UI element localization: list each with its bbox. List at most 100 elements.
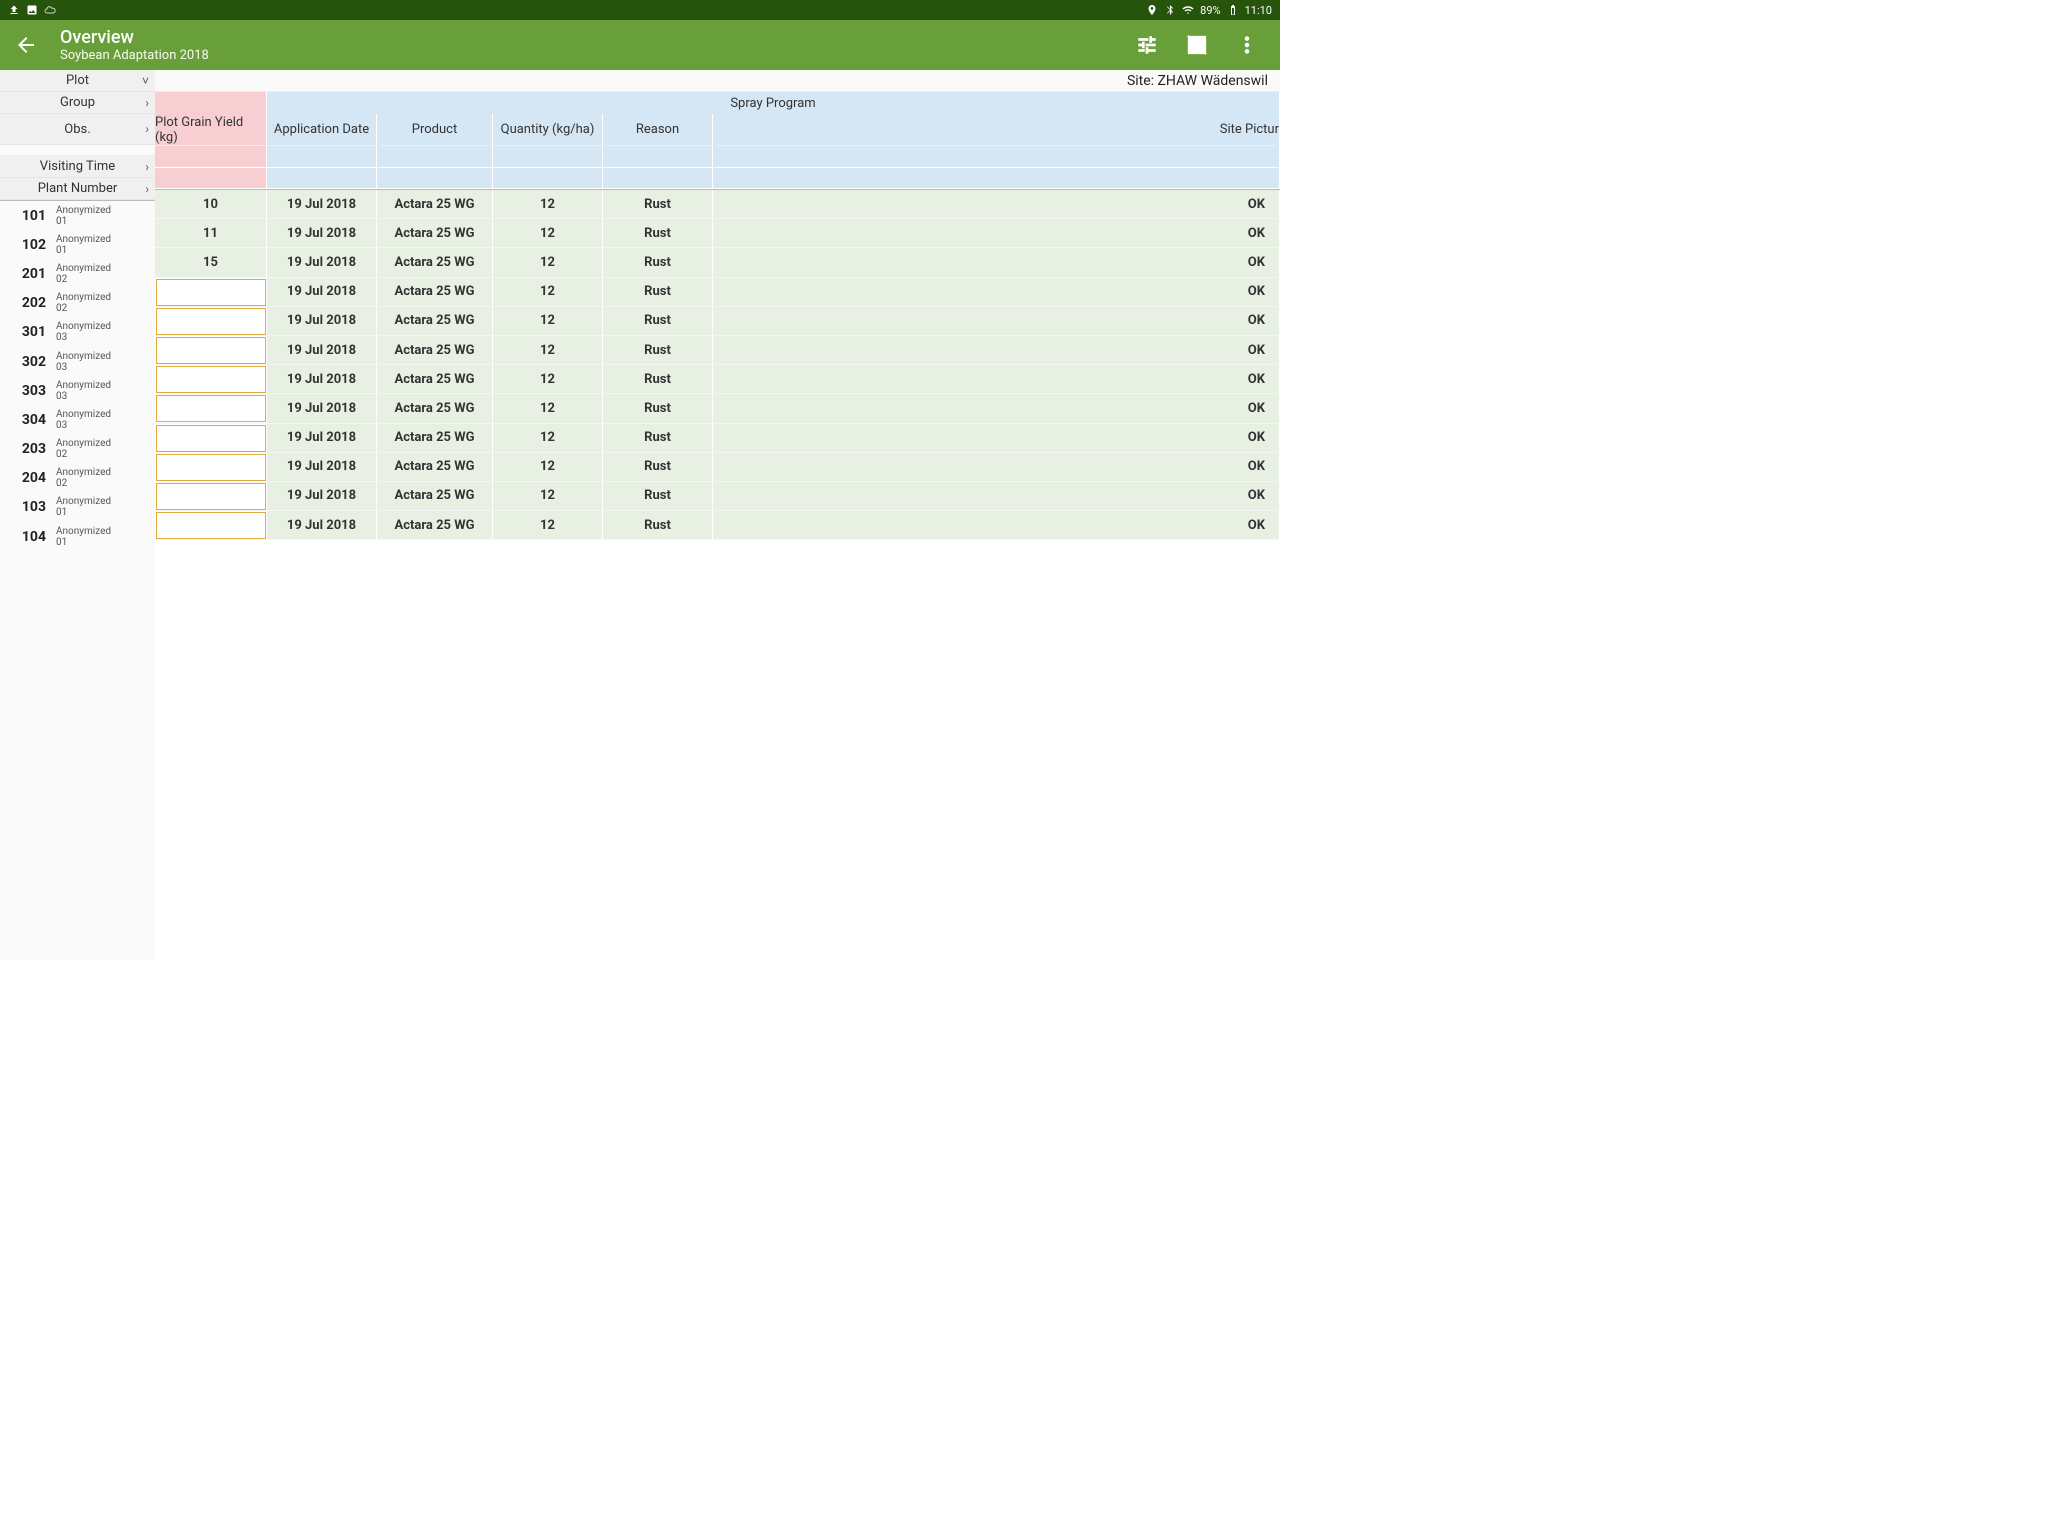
cell-product[interactable]: Actara 25 WG	[377, 365, 493, 393]
cell-product[interactable]: Actara 25 WG	[377, 307, 493, 335]
cell-sitepic[interactable]: OK	[713, 278, 1280, 306]
cell-date[interactable]: 19 Jul 2018	[267, 365, 377, 393]
cell-sitepic[interactable]: OK	[713, 424, 1280, 452]
cell-reason[interactable]: Rust	[603, 248, 713, 276]
cell-product[interactable]: Actara 25 WG	[377, 394, 493, 422]
cell-yield[interactable]	[156, 395, 266, 422]
cell-reason[interactable]: Rust	[603, 336, 713, 364]
more-icon[interactable]	[1236, 34, 1258, 56]
cell-sitepic[interactable]: OK	[713, 482, 1280, 510]
cell-sitepic[interactable]: OK	[713, 511, 1280, 539]
cell-sitepic[interactable]: OK	[713, 307, 1280, 335]
col-product[interactable]: Product	[377, 114, 493, 145]
cell-reason[interactable]: Rust	[603, 365, 713, 393]
col-sitepic[interactable]: Site Pictur	[713, 114, 1280, 145]
cell-date[interactable]: 19 Jul 2018	[267, 190, 377, 218]
cell-sitepic[interactable]: OK	[713, 394, 1280, 422]
cell-quantity[interactable]: 12	[493, 190, 603, 218]
cell-reason[interactable]: Rust	[603, 394, 713, 422]
cell-yield[interactable]: 15	[155, 248, 267, 276]
cell-product[interactable]: Actara 25 WG	[377, 248, 493, 276]
cell-product[interactable]: Actara 25 WG	[377, 219, 493, 247]
cell-reason[interactable]: Rust	[603, 453, 713, 481]
cell-reason[interactable]: Rust	[603, 424, 713, 452]
cell-quantity[interactable]: 12	[493, 394, 603, 422]
cell-product[interactable]: Actara 25 WG	[377, 336, 493, 364]
cell-quantity[interactable]: 12	[493, 219, 603, 247]
cell-date[interactable]: 19 Jul 2018	[267, 307, 377, 335]
cell-date[interactable]: 19 Jul 2018	[267, 336, 377, 364]
cell-quantity[interactable]: 12	[493, 511, 603, 539]
sidebar-item-plot[interactable]: Plot˅	[0, 70, 155, 92]
col-reason[interactable]: Reason	[603, 114, 713, 145]
row-label[interactable]: 201Anonymized02	[0, 259, 155, 288]
cell-sitepic[interactable]: OK	[713, 219, 1280, 247]
cell-quantity[interactable]: 12	[493, 453, 603, 481]
row-label[interactable]: 203Anonymized02	[0, 435, 155, 464]
cell-product[interactable]: Actara 25 WG	[377, 453, 493, 481]
row-label[interactable]: 202Anonymized02	[0, 289, 155, 318]
row-label[interactable]: 102Anonymized01	[0, 230, 155, 259]
cell-quantity[interactable]: 12	[493, 248, 603, 276]
grid-off-icon[interactable]	[1186, 34, 1208, 56]
cell-reason[interactable]: Rust	[603, 482, 713, 510]
cell-product[interactable]: Actara 25 WG	[377, 424, 493, 452]
cell-yield[interactable]	[156, 308, 266, 335]
cell-yield[interactable]	[156, 337, 266, 364]
cell-sitepic[interactable]: OK	[713, 453, 1280, 481]
cell-yield[interactable]	[156, 512, 266, 539]
cell-quantity[interactable]: 12	[493, 278, 603, 306]
sidebar-item-group[interactable]: Group›	[0, 92, 155, 114]
cell-yield[interactable]	[156, 425, 266, 452]
cell-quantity[interactable]: 12	[493, 424, 603, 452]
col-date[interactable]: Application Date	[267, 114, 377, 145]
row-label[interactable]: 303Anonymized03	[0, 376, 155, 405]
col-yield[interactable]: Plot Grain Yield (kg)	[155, 114, 267, 145]
cell-product[interactable]: Actara 25 WG	[377, 278, 493, 306]
cell-quantity[interactable]: 12	[493, 365, 603, 393]
cell-yield[interactable]: 10	[155, 190, 267, 218]
row-label[interactable]: 104Anonymized01	[0, 522, 155, 551]
cell-product[interactable]: Actara 25 WG	[377, 190, 493, 218]
cell-reason[interactable]: Rust	[603, 190, 713, 218]
row-label[interactable]: 103Anonymized01	[0, 493, 155, 522]
cell-yield[interactable]: 11	[155, 219, 267, 247]
cell-reason[interactable]: Rust	[603, 219, 713, 247]
cell-quantity[interactable]: 12	[493, 482, 603, 510]
cell-sitepic[interactable]: OK	[713, 190, 1280, 218]
sidebar-item-obs-[interactable]: Obs.›	[0, 114, 155, 145]
back-button[interactable]	[14, 33, 38, 57]
cell-sitepic[interactable]: OK	[713, 248, 1280, 276]
cell-date[interactable]: 19 Jul 2018	[267, 482, 377, 510]
cell-reason[interactable]: Rust	[603, 511, 713, 539]
data-grid[interactable]: Site: ZHAW Wädenswil Spray Program Plot …	[155, 70, 1280, 960]
row-label[interactable]: 204Anonymized02	[0, 464, 155, 493]
cell-date[interactable]: 19 Jul 2018	[267, 248, 377, 276]
filter-icon[interactable]	[1136, 34, 1158, 56]
sidebar-item-visiting-time[interactable]: Visiting Time›	[0, 156, 155, 178]
cell-product[interactable]: Actara 25 WG	[377, 482, 493, 510]
cell-sitepic[interactable]: OK	[713, 365, 1280, 393]
cell-quantity[interactable]: 12	[493, 336, 603, 364]
row-label[interactable]: 301Anonymized03	[0, 318, 155, 347]
cell-product[interactable]: Actara 25 WG	[377, 511, 493, 539]
col-quantity[interactable]: Quantity (kg/ha)	[493, 114, 603, 145]
cell-quantity[interactable]: 12	[493, 307, 603, 335]
cell-yield[interactable]	[156, 483, 266, 510]
cell-sitepic[interactable]: OK	[713, 336, 1280, 364]
cell-yield[interactable]	[156, 366, 266, 393]
cell-date[interactable]: 19 Jul 2018	[267, 453, 377, 481]
cell-yield[interactable]	[156, 279, 266, 306]
cell-date[interactable]: 19 Jul 2018	[267, 278, 377, 306]
cell-date[interactable]: 19 Jul 2018	[267, 424, 377, 452]
cell-date[interactable]: 19 Jul 2018	[267, 394, 377, 422]
sidebar-item-plant-number[interactable]: Plant Number›	[0, 178, 155, 200]
cell-date[interactable]: 19 Jul 2018	[267, 511, 377, 539]
row-label[interactable]: 101Anonymized01	[0, 201, 155, 230]
row-label[interactable]: 304Anonymized03	[0, 405, 155, 434]
cell-date[interactable]: 19 Jul 2018	[267, 219, 377, 247]
cell-yield[interactable]	[156, 454, 266, 481]
row-label[interactable]: 302Anonymized03	[0, 347, 155, 376]
cell-reason[interactable]: Rust	[603, 278, 713, 306]
cell-reason[interactable]: Rust	[603, 307, 713, 335]
